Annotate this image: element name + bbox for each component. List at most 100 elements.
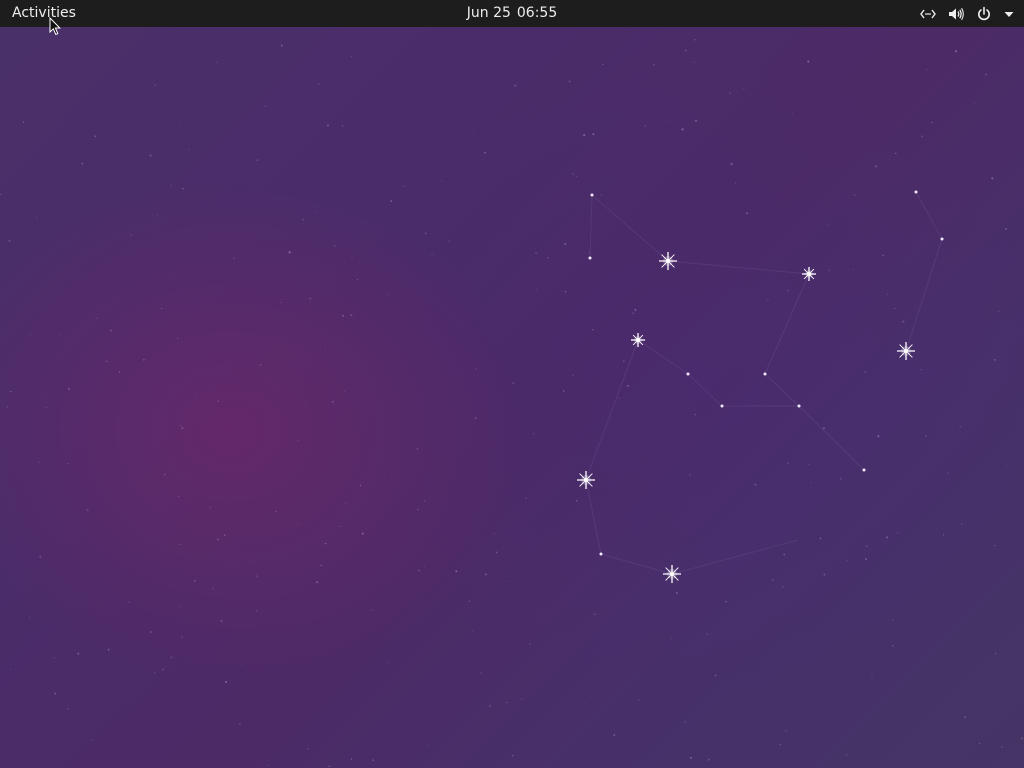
faint-star [67,462,69,465]
faint-star [1005,465,1008,467]
faint-star [839,477,842,480]
faint-star [361,532,364,535]
faint-star [877,435,880,438]
faint-star [359,484,362,487]
activities-button[interactable]: Activities [0,0,88,27]
faint-star [302,218,305,221]
faint-star [535,252,538,255]
faint-star [169,275,171,277]
faint-star [690,756,692,759]
starfield-wallpaper [0,38,1023,768]
faint-star [978,742,981,744]
small-star [588,256,592,260]
faint-star [505,580,507,582]
clock-button[interactable]: Jun 25 06:55 [456,0,568,27]
bright-star [802,267,816,281]
faint-star [865,558,867,560]
faint-star [506,701,508,704]
faint-star [994,545,996,547]
desktop-wallpaper [0,0,1024,768]
faint-star [107,648,110,651]
faint-star [38,461,40,464]
faint-star [142,358,145,361]
faint-star [256,159,259,162]
system-status-menu[interactable] [920,0,1014,27]
faint-star [390,200,393,203]
faint-star [160,307,163,310]
faint-star [984,73,987,76]
faint-star [584,703,586,705]
faint-star [594,613,596,615]
faint-star [53,657,55,659]
faint-star [36,216,38,218]
faint-star [216,61,218,63]
faint-star [10,390,12,393]
faint-stars [0,38,1023,768]
faint-star [180,425,182,427]
faint-star [471,631,473,633]
faint-star [264,106,266,107]
faint-star [22,121,25,124]
faint-star [275,510,277,513]
faint-star [331,400,334,403]
faint-star [782,586,784,588]
faint-star [59,334,61,336]
faint-star [309,297,312,300]
faint-star [681,128,684,131]
faint-star [489,705,491,707]
faint-star [547,257,549,259]
faint-star [588,252,590,254]
faint-star [734,182,737,184]
faint-star [846,559,848,561]
faint-star [480,672,482,674]
faint-star [684,49,687,52]
faint-star [417,508,419,511]
faint-star [997,310,1000,313]
faint-star [521,698,523,700]
faint-star [297,439,299,441]
faint-star [623,360,625,363]
clock-time: 06:55 [516,5,558,21]
chevron-down-icon [1004,6,1014,22]
faint-star [564,291,567,293]
small-stars [588,190,944,556]
faint-star [930,121,933,124]
bright-star [577,471,595,489]
faint-star [787,462,789,464]
faint-star [45,406,47,408]
faint-star [592,133,595,136]
faint-star [823,573,826,576]
faint-star [341,125,344,127]
faint-star [572,374,574,376]
faint-star [386,661,388,663]
faint-star [706,633,708,636]
faint-star [693,61,695,63]
faint-star [343,390,345,392]
bright-star [663,565,681,583]
faint-star [350,758,353,760]
faint-star [157,215,158,217]
faint-star [6,405,9,408]
faint-star [209,506,211,508]
faint-star [241,663,243,665]
faint-star [512,382,515,385]
faint-star [886,293,888,295]
faint-star [81,162,84,165]
faint-star [562,390,565,392]
faint-star [791,113,793,115]
faint-star [572,173,574,175]
faint-star [154,84,156,87]
faint-star [960,522,963,525]
faint-star [216,538,219,541]
faint-star [895,152,897,155]
faint-star [689,473,691,476]
faint-star [314,211,316,213]
faint-star [212,588,214,590]
faint-star [484,151,486,154]
faint-star [864,370,866,372]
faint-star [384,476,385,478]
faint-star [324,542,327,545]
faint-star [694,38,696,41]
faint-star [644,125,646,127]
faint-star [767,299,769,301]
